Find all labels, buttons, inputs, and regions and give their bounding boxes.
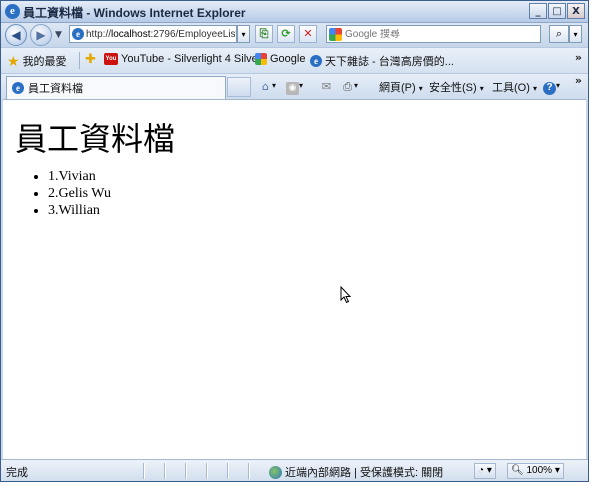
window-controls: _ □ X — [529, 3, 585, 19]
address-field[interactable]: e http://localhost:2796/EmployeeList... — [69, 25, 237, 43]
browser-window: e 員工資料檔 - Windows Internet Explorer _ □ … — [0, 0, 589, 482]
favorite-link-label: 天下雜誌 - 台灣高房價的... — [325, 56, 454, 68]
stop-icon[interactable]: ✕ — [299, 25, 317, 43]
status-bar: 完成 近端內部網路 | 受保護模式: 關閉 ◔ ▾ 🔍︎ 100% ▾ — [1, 459, 588, 481]
safety-menu-label: 安全性(S) — [429, 82, 477, 94]
favorites-button[interactable]: ★ 我的最愛 — [7, 53, 67, 69]
mail-icon: ✉ — [321, 80, 332, 93]
forward-button[interactable]: ▶ — [30, 24, 52, 46]
status-pane — [206, 463, 208, 479]
refresh-icon[interactable]: ⟳ — [277, 25, 295, 43]
read-mail-button[interactable]: ✉ — [320, 79, 333, 93]
page-title: 員工資料檔 — [15, 120, 176, 158]
search-input[interactable] — [345, 28, 525, 40]
search-button[interactable]: ⌕ — [549, 25, 569, 43]
page-content: 員工資料檔 1.Vivian 2.Gelis Wu 3.Willian — [3, 99, 586, 459]
add-favorite-icon: ✚ — [85, 51, 96, 66]
chevron-down-icon: ▾ — [554, 465, 560, 476]
add-to-favorites-bar-button[interactable]: ✚ — [85, 51, 96, 66]
list-item: 1.Vivian — [48, 168, 111, 185]
status-pane — [227, 463, 229, 479]
favorite-link-label: Google — [270, 53, 306, 65]
status-pane — [248, 463, 250, 479]
change-status-bar-button[interactable]: ◔ ▾ — [474, 463, 496, 479]
favorite-link-label: YouTube - Silverlight 4 Silve... — [121, 53, 267, 65]
list-item: 2.Gelis Wu — [48, 185, 111, 202]
page-menu[interactable]: 網頁(P) ▾ — [379, 79, 423, 95]
mouse-pointer-icon — [340, 286, 352, 304]
home-button[interactable]: ⌂ ▾ — [259, 79, 276, 93]
star-icon: ★ — [7, 53, 20, 69]
status-text: 完成 — [6, 467, 28, 479]
tab-employee-list[interactable]: e 員工資料檔 — [6, 76, 226, 99]
globe-icon — [269, 465, 282, 479]
new-tab-button[interactable] — [227, 77, 251, 97]
feeds-button[interactable]: ◉ ▾ — [286, 79, 303, 95]
favorite-link-google[interactable]: Google — [255, 53, 305, 65]
security-zone-label: 近端內部網路 | 受保護模式: 關閉 — [285, 467, 444, 479]
google-search-provider-icon — [329, 27, 342, 41]
back-button[interactable]: ◀ — [5, 24, 27, 46]
help-button[interactable]: ? ▾ — [543, 79, 560, 95]
compatibility-view-icon[interactable]: ⎘ — [255, 25, 273, 43]
home-icon: ⌂ — [262, 80, 269, 93]
tools-menu-label: 工具(O) — [492, 82, 530, 94]
url-text: http://localhost:2796/EmployeeList... — [86, 29, 236, 40]
list-item: 3.Willian — [48, 202, 111, 219]
help-icon: ? — [543, 82, 556, 95]
print-button[interactable]: ⎙ ▾ — [341, 79, 358, 93]
favorite-link-tianxia[interactable]: e 天下雜誌 - 台灣高房價的... — [310, 53, 454, 69]
command-bar-more-chevron[interactable]: » — [575, 74, 582, 87]
rss-icon: ◉ — [286, 82, 299, 95]
favorites-more-chevron[interactable]: » — [575, 51, 582, 64]
zoom-icon: 🔍︎ — [511, 465, 524, 476]
command-bar: e 員工資料檔 ⌂ ▾ ◉ ▾ ✉ ⎙ ▾ 網頁(P) ▾ 安全性(S) ▾ 工具(O… — [1, 73, 588, 99]
favorite-link-youtube[interactable]: You YouTube - Silverlight 4 Silve... — [104, 53, 267, 65]
zoom-level-button[interactable]: 🔍︎ 100% ▾ — [507, 463, 564, 479]
favorites-label: 我的最愛 — [22, 56, 67, 68]
favorites-bar: ★ 我的最愛 ✚ You YouTube - Silverlight 4 Sil… — [1, 47, 588, 73]
employee-list: 1.Vivian 2.Gelis Wu 3.Willian — [31, 168, 111, 219]
ie-page-icon: e — [72, 28, 84, 40]
printer-icon: ⎙ — [343, 80, 352, 93]
google-icon — [255, 53, 267, 65]
address-dropdown-button[interactable]: ▾ — [237, 25, 250, 43]
ie-page-icon: e — [12, 82, 24, 94]
status-pane — [164, 463, 166, 479]
divider — [79, 52, 80, 69]
zoom-level: 100% — [526, 465, 553, 476]
window-title: 員工資料檔 - Windows Internet Explorer — [23, 6, 246, 20]
maximize-button[interactable]: □ — [548, 3, 566, 19]
status-pane — [185, 463, 187, 479]
tab-label: 員工資料檔 — [28, 83, 83, 95]
status-pane — [143, 463, 145, 479]
minimize-button[interactable]: _ — [529, 3, 547, 19]
search-box[interactable] — [326, 25, 541, 43]
youtube-icon: You — [104, 53, 118, 65]
close-button[interactable]: X — [567, 3, 585, 19]
safety-menu[interactable]: 安全性(S) ▾ — [429, 79, 484, 95]
url-prefix: http:// — [86, 28, 112, 40]
ie-page-icon: e — [310, 55, 322, 67]
search-options-dropdown[interactable]: ▾ — [569, 25, 582, 43]
address-toolbar: ◀ ▶ ▼ e http://localhost:2796/EmployeeLi… — [1, 23, 588, 47]
url-host: localhost — [111, 28, 151, 40]
ie-logo-icon: e — [5, 4, 20, 19]
url-rest: :2796/EmployeeList... — [150, 28, 236, 40]
recent-pages-dropdown-icon[interactable]: ▼ — [55, 30, 62, 40]
security-zone[interactable]: 近端內部網路 | 受保護模式: 關閉 — [269, 464, 443, 480]
tools-menu[interactable]: 工具(O) ▾ — [492, 79, 537, 95]
page-menu-label: 網頁(P) — [379, 82, 416, 94]
title-bar[interactable]: e 員工資料檔 - Windows Internet Explorer _ □ … — [1, 1, 588, 23]
